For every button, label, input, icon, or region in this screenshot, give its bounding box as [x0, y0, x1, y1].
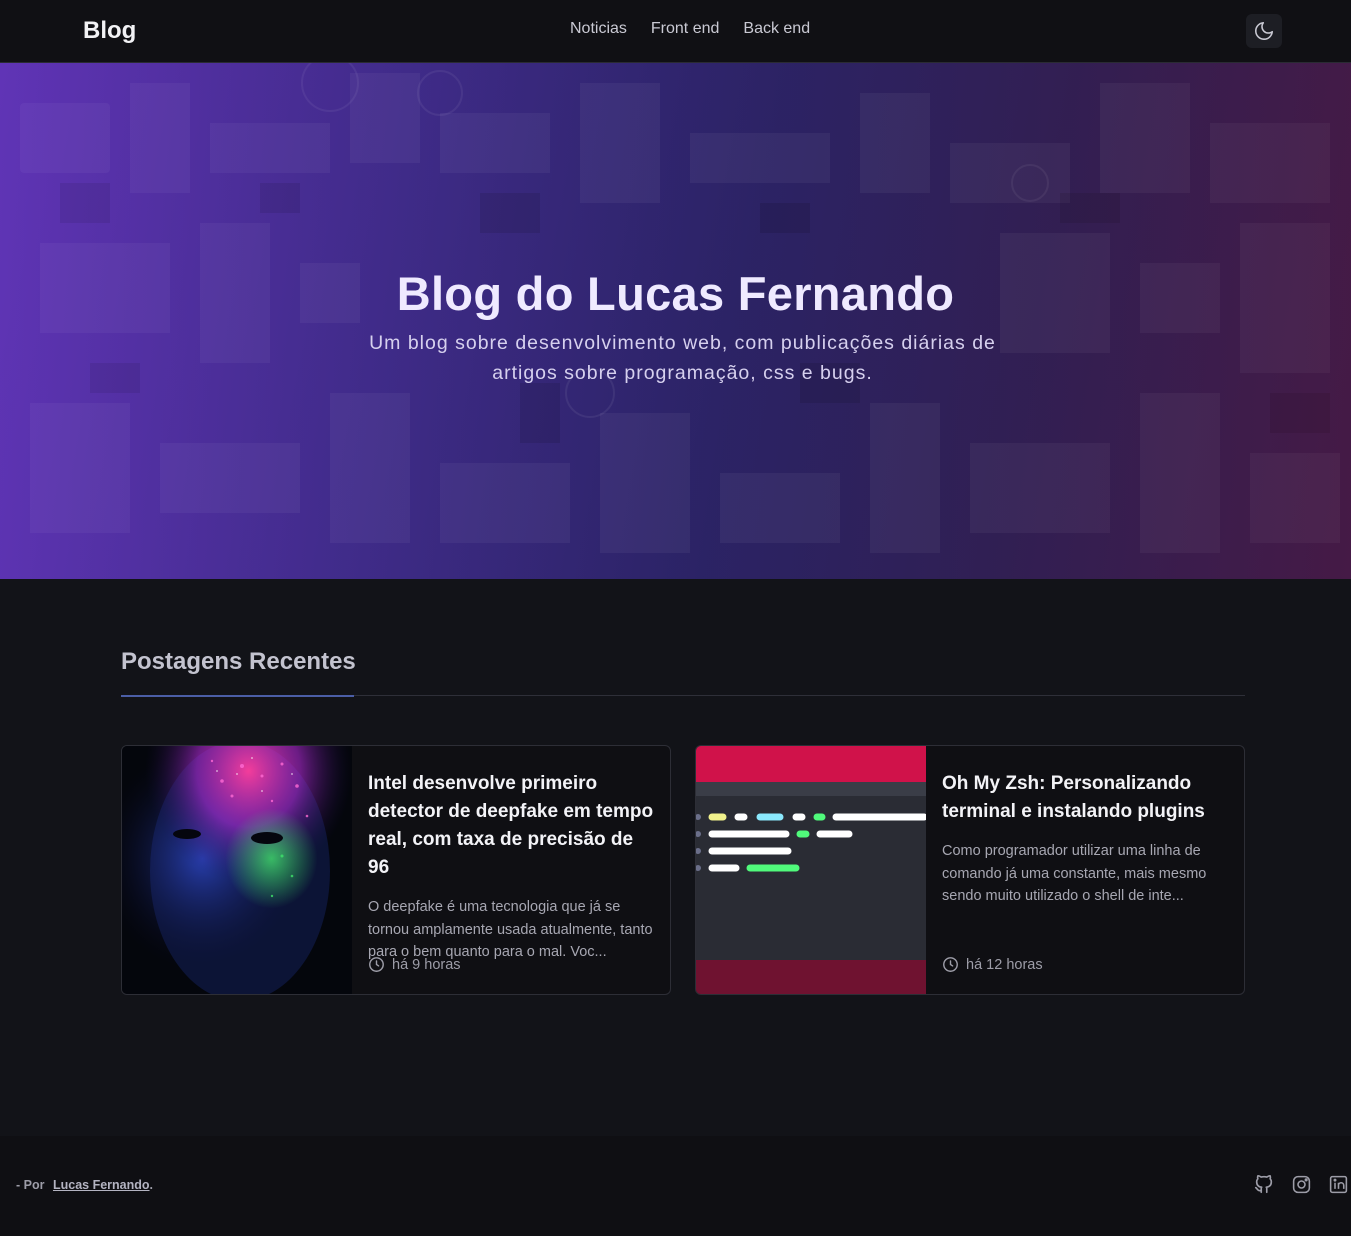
- author-link[interactable]: Lucas Fernando: [53, 1178, 150, 1192]
- footer-credit-prefix: - Por: [16, 1178, 45, 1192]
- linkedin-link[interactable]: [1326, 1172, 1350, 1196]
- section-title: Postagens Recentes: [121, 648, 356, 675]
- nav-link-back-end[interactable]: Back end: [743, 20, 810, 38]
- post-meta: há 12 horas: [942, 956, 1043, 973]
- post-meta: há 9 horas: [368, 956, 461, 973]
- circuit-board-background-image: [0, 63, 1351, 579]
- post-excerpt: O deepfake é uma tecnologia que já se to…: [368, 899, 653, 960]
- clock-icon: [943, 957, 958, 972]
- hero-banner: Blog do Lucas Fernando Um blog sobre des…: [0, 63, 1351, 579]
- post-card-oh-my-zsh[interactable]: Oh My Zsh: Personalizando terminal e ins…: [695, 745, 1245, 995]
- footer-credit: - Por Lucas Fernando.: [16, 1178, 153, 1192]
- moon-icon: [1255, 21, 1274, 40]
- hero-subtitle: Um blog sobre desenvolvimento web, com p…: [369, 332, 996, 384]
- post-thumbnail-oh-my-zsh: [696, 746, 926, 994]
- theme-toggle-button[interactable]: [1246, 14, 1282, 48]
- instagram-icon: [1292, 1175, 1310, 1193]
- clock-icon: [369, 957, 384, 972]
- nav-link-front-end[interactable]: Front end: [651, 20, 719, 38]
- github-link[interactable]: [1252, 1172, 1276, 1196]
- footer-credit-suffix: .: [149, 1178, 153, 1192]
- post-time: há 12 horas: [966, 956, 1043, 973]
- post-card-deepfake[interactable]: Intel desenvolve primeiro detector de de…: [121, 745, 671, 995]
- post-excerpt: Como programador utilizar uma linha de c…: [942, 843, 1207, 904]
- post-time: há 9 horas: [392, 956, 461, 973]
- terminal-illustration-image: [696, 746, 926, 994]
- linkedin-icon: [1329, 1175, 1347, 1193]
- github-icon: [1254, 1174, 1273, 1194]
- instagram-link[interactable]: [1289, 1172, 1313, 1196]
- post-body: Intel desenvolve primeiro detector de de…: [368, 770, 656, 964]
- page-footer: - Por Lucas Fernando.: [0, 1136, 1351, 1236]
- post-title: Intel desenvolve primeiro detector de de…: [368, 773, 654, 878]
- nav-link-noticias[interactable]: Noticias: [570, 20, 627, 38]
- post-title: Oh My Zsh: Personalizando terminal e ins…: [942, 773, 1205, 822]
- hero-title: Blog do Lucas Fernando: [396, 267, 955, 320]
- brand-logo-link[interactable]: Blog: [83, 17, 136, 45]
- post-thumbnail-deepfake: [122, 746, 352, 994]
- section-divider-accent: [121, 695, 354, 697]
- post-body: Oh My Zsh: Personalizando terminal e ins…: [942, 770, 1230, 908]
- top-navbar: Blog Noticias Front end Back end: [0, 0, 1351, 63]
- face-with-colored-paint-image: [122, 746, 352, 994]
- main-nav: Noticias Front end Back end: [570, 20, 810, 38]
